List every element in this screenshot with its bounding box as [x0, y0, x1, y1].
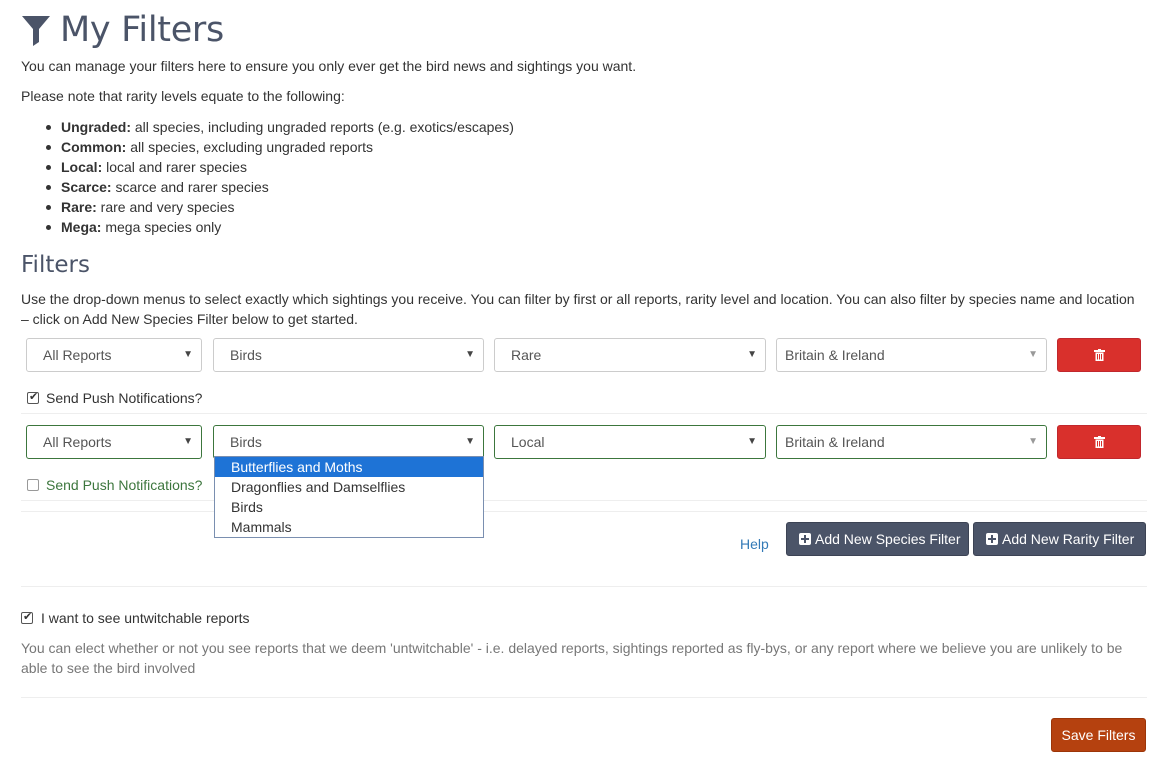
list-item: Ungraded: all species, including ungrade… — [46, 119, 514, 135]
untwitchable-checkbox[interactable]: I want to see untwitchable reports — [21, 608, 250, 628]
rarity-level-list: Ungraded: all species, including ungrade… — [21, 117, 514, 237]
caret-down-icon: ▼ — [183, 349, 193, 360]
list-item: Local: local and rarer species — [46, 157, 514, 177]
caret-down-icon: ▼ — [1028, 436, 1038, 447]
help-link[interactable]: Help — [740, 536, 769, 552]
trash-icon — [1093, 349, 1105, 361]
dropdown-option[interactable]: Dragonflies and Damselflies — [215, 477, 483, 497]
plus-square-icon — [986, 533, 998, 545]
dropdown-option[interactable]: Butterflies and Moths — [215, 457, 483, 477]
intro-text: You can manage your filters here to ensu… — [21, 58, 637, 74]
filter-icon — [22, 16, 50, 46]
caret-down-icon: ▼ — [1028, 349, 1038, 360]
list-item: Rare: rare and very species — [46, 197, 514, 217]
checkbox-icon — [21, 610, 33, 624]
rarity-select[interactable]: Rare ▼ — [494, 338, 766, 372]
caret-down-icon: ▼ — [747, 436, 757, 447]
list-item: Mega: mega species only — [46, 217, 514, 237]
species-group-select[interactable]: Birds ▼ — [213, 338, 484, 372]
list-item: Common: all species, excluding ungraded … — [46, 137, 514, 157]
reports-select[interactable]: All Reports ▼ — [26, 338, 202, 372]
caret-down-icon: ▼ — [465, 436, 475, 447]
species-group-select[interactable]: Birds ▼ — [213, 425, 484, 459]
plus-square-icon — [799, 533, 811, 545]
rarity-select[interactable]: Local ▼ — [494, 425, 766, 459]
divider — [21, 413, 1147, 414]
divider — [21, 511, 1147, 512]
add-rarity-filter-button[interactable]: Add New Rarity Filter — [973, 522, 1146, 556]
filters-description: Use the drop-down menus to select exactl… — [21, 291, 1135, 327]
location-select[interactable]: Britain & Ireland ▼ — [776, 425, 1047, 459]
delete-filter-button[interactable] — [1057, 425, 1141, 459]
divider — [21, 500, 1147, 501]
reports-select[interactable]: All Reports ▼ — [26, 425, 202, 459]
delete-filter-button[interactable] — [1057, 338, 1141, 372]
caret-down-icon: ▼ — [183, 436, 193, 447]
push-notifications-checkbox[interactable]: Send Push Notifications? — [27, 475, 202, 495]
filters-heading: Filters — [21, 252, 90, 278]
page-header: My Filters — [21, 8, 224, 52]
page-title: My Filters — [60, 10, 224, 50]
divider — [21, 586, 1147, 587]
trash-icon — [1093, 436, 1105, 448]
rarity-note: Please note that rarity levels equate to… — [21, 88, 345, 104]
species-group-dropdown[interactable]: Butterflies and Moths Dragonflies and Da… — [214, 456, 484, 538]
checkbox-icon — [27, 479, 39, 491]
list-item: Scarce: scarce and rarer species — [46, 177, 514, 197]
push-notifications-checkbox[interactable]: Send Push Notifications? — [27, 388, 202, 408]
divider — [21, 697, 1147, 698]
add-species-filter-button[interactable]: Add New Species Filter — [786, 522, 969, 556]
caret-down-icon: ▼ — [465, 349, 475, 360]
dropdown-option[interactable]: Mammals — [215, 517, 483, 537]
dropdown-option[interactable]: Birds — [215, 497, 483, 517]
caret-down-icon: ▼ — [747, 349, 757, 360]
location-select[interactable]: Britain & Ireland ▼ — [776, 338, 1047, 372]
untwitchable-description: You can elect whether or not you see rep… — [21, 640, 1123, 676]
checkbox-icon — [27, 390, 39, 404]
save-filters-button[interactable]: Save Filters — [1051, 718, 1146, 752]
